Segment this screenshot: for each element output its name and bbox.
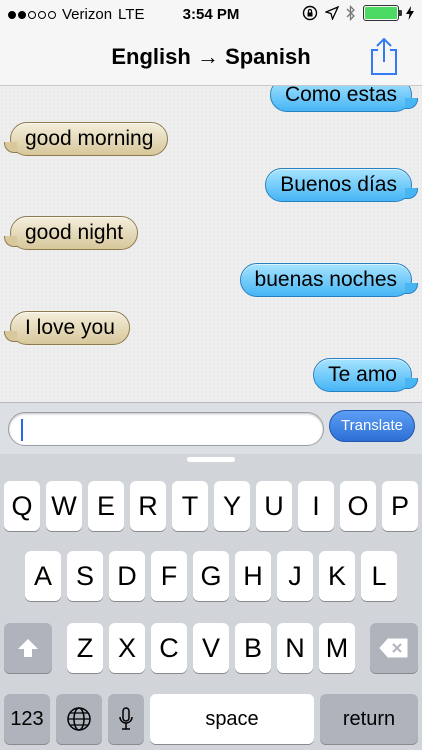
key-k[interactable]: K (319, 551, 355, 601)
source-language: English (111, 44, 191, 69)
message-outgoing: buenas noches (239, 263, 419, 297)
backspace-key[interactable] (370, 623, 418, 673)
key-l[interactable]: L (361, 551, 397, 601)
share-icon[interactable] (368, 36, 400, 76)
key-v[interactable]: V (193, 623, 229, 673)
message-incoming: good morning (3, 122, 169, 156)
globe-icon (67, 707, 91, 731)
key-u[interactable]: U (256, 481, 292, 531)
return-key[interactable]: return (320, 694, 418, 744)
shift-icon (18, 639, 38, 657)
status-bar: Verizon LTE 3:54 PM (0, 0, 422, 30)
key-r[interactable]: R (130, 481, 166, 531)
key-s[interactable]: S (67, 551, 103, 601)
key-i[interactable]: I (298, 481, 334, 531)
key-x[interactable]: X (109, 623, 145, 673)
message-outgoing: Como estas (269, 86, 419, 112)
key-m[interactable]: M (319, 623, 355, 673)
microphone-icon (119, 707, 133, 730)
dictation-key[interactable] (108, 694, 144, 744)
translate-button[interactable]: Translate (329, 410, 415, 442)
message-outgoing: Buenos días (265, 168, 418, 202)
target-language: Spanish (225, 44, 311, 69)
status-icons (302, 5, 414, 21)
key-b[interactable]: B (235, 623, 271, 673)
key-a[interactable]: A (25, 551, 61, 601)
conversation[interactable]: Como estas good morning Buenos días good… (0, 86, 422, 402)
key-w[interactable]: W (46, 481, 82, 531)
key-o[interactable]: O (340, 481, 376, 531)
key-j[interactable]: J (277, 551, 313, 601)
text-cursor (21, 419, 23, 441)
key-y[interactable]: Y (214, 481, 250, 531)
page-title: English → Spanish (0, 44, 422, 70)
message-incoming: good night (3, 216, 139, 250)
text-input[interactable] (8, 412, 324, 446)
globe-key[interactable] (56, 694, 102, 744)
key-z[interactable]: Z (67, 623, 103, 673)
key-t[interactable]: T (172, 481, 208, 531)
key-p[interactable]: P (382, 481, 418, 531)
bluetooth-icon (346, 5, 355, 21)
message-incoming: I love you (4, 311, 130, 345)
key-g[interactable]: G (193, 551, 229, 601)
key-e[interactable]: E (88, 481, 124, 531)
key-c[interactable]: C (151, 623, 187, 673)
rotation-lock-icon (302, 5, 318, 21)
arrow-icon: → (196, 44, 219, 69)
battery-icon (363, 5, 402, 21)
key-d[interactable]: D (109, 551, 145, 601)
space-key[interactable]: space (150, 694, 314, 744)
key-q[interactable]: Q (4, 481, 40, 531)
location-icon (325, 6, 339, 20)
backspace-icon (379, 638, 408, 658)
key-f[interactable]: F (151, 551, 187, 601)
numbers-key[interactable]: 123 (4, 694, 50, 744)
key-n[interactable]: N (277, 623, 313, 673)
shift-key[interactable] (4, 623, 52, 673)
charging-icon (406, 6, 414, 20)
keyboard: Q W E R T Y U I O P A S D F G H J K L Z … (0, 454, 422, 750)
nav-bar: English → Spanish (0, 30, 422, 86)
keyboard-handle[interactable] (187, 457, 235, 462)
message-outgoing: Te amo (313, 358, 418, 392)
key-h[interactable]: H (235, 551, 271, 601)
